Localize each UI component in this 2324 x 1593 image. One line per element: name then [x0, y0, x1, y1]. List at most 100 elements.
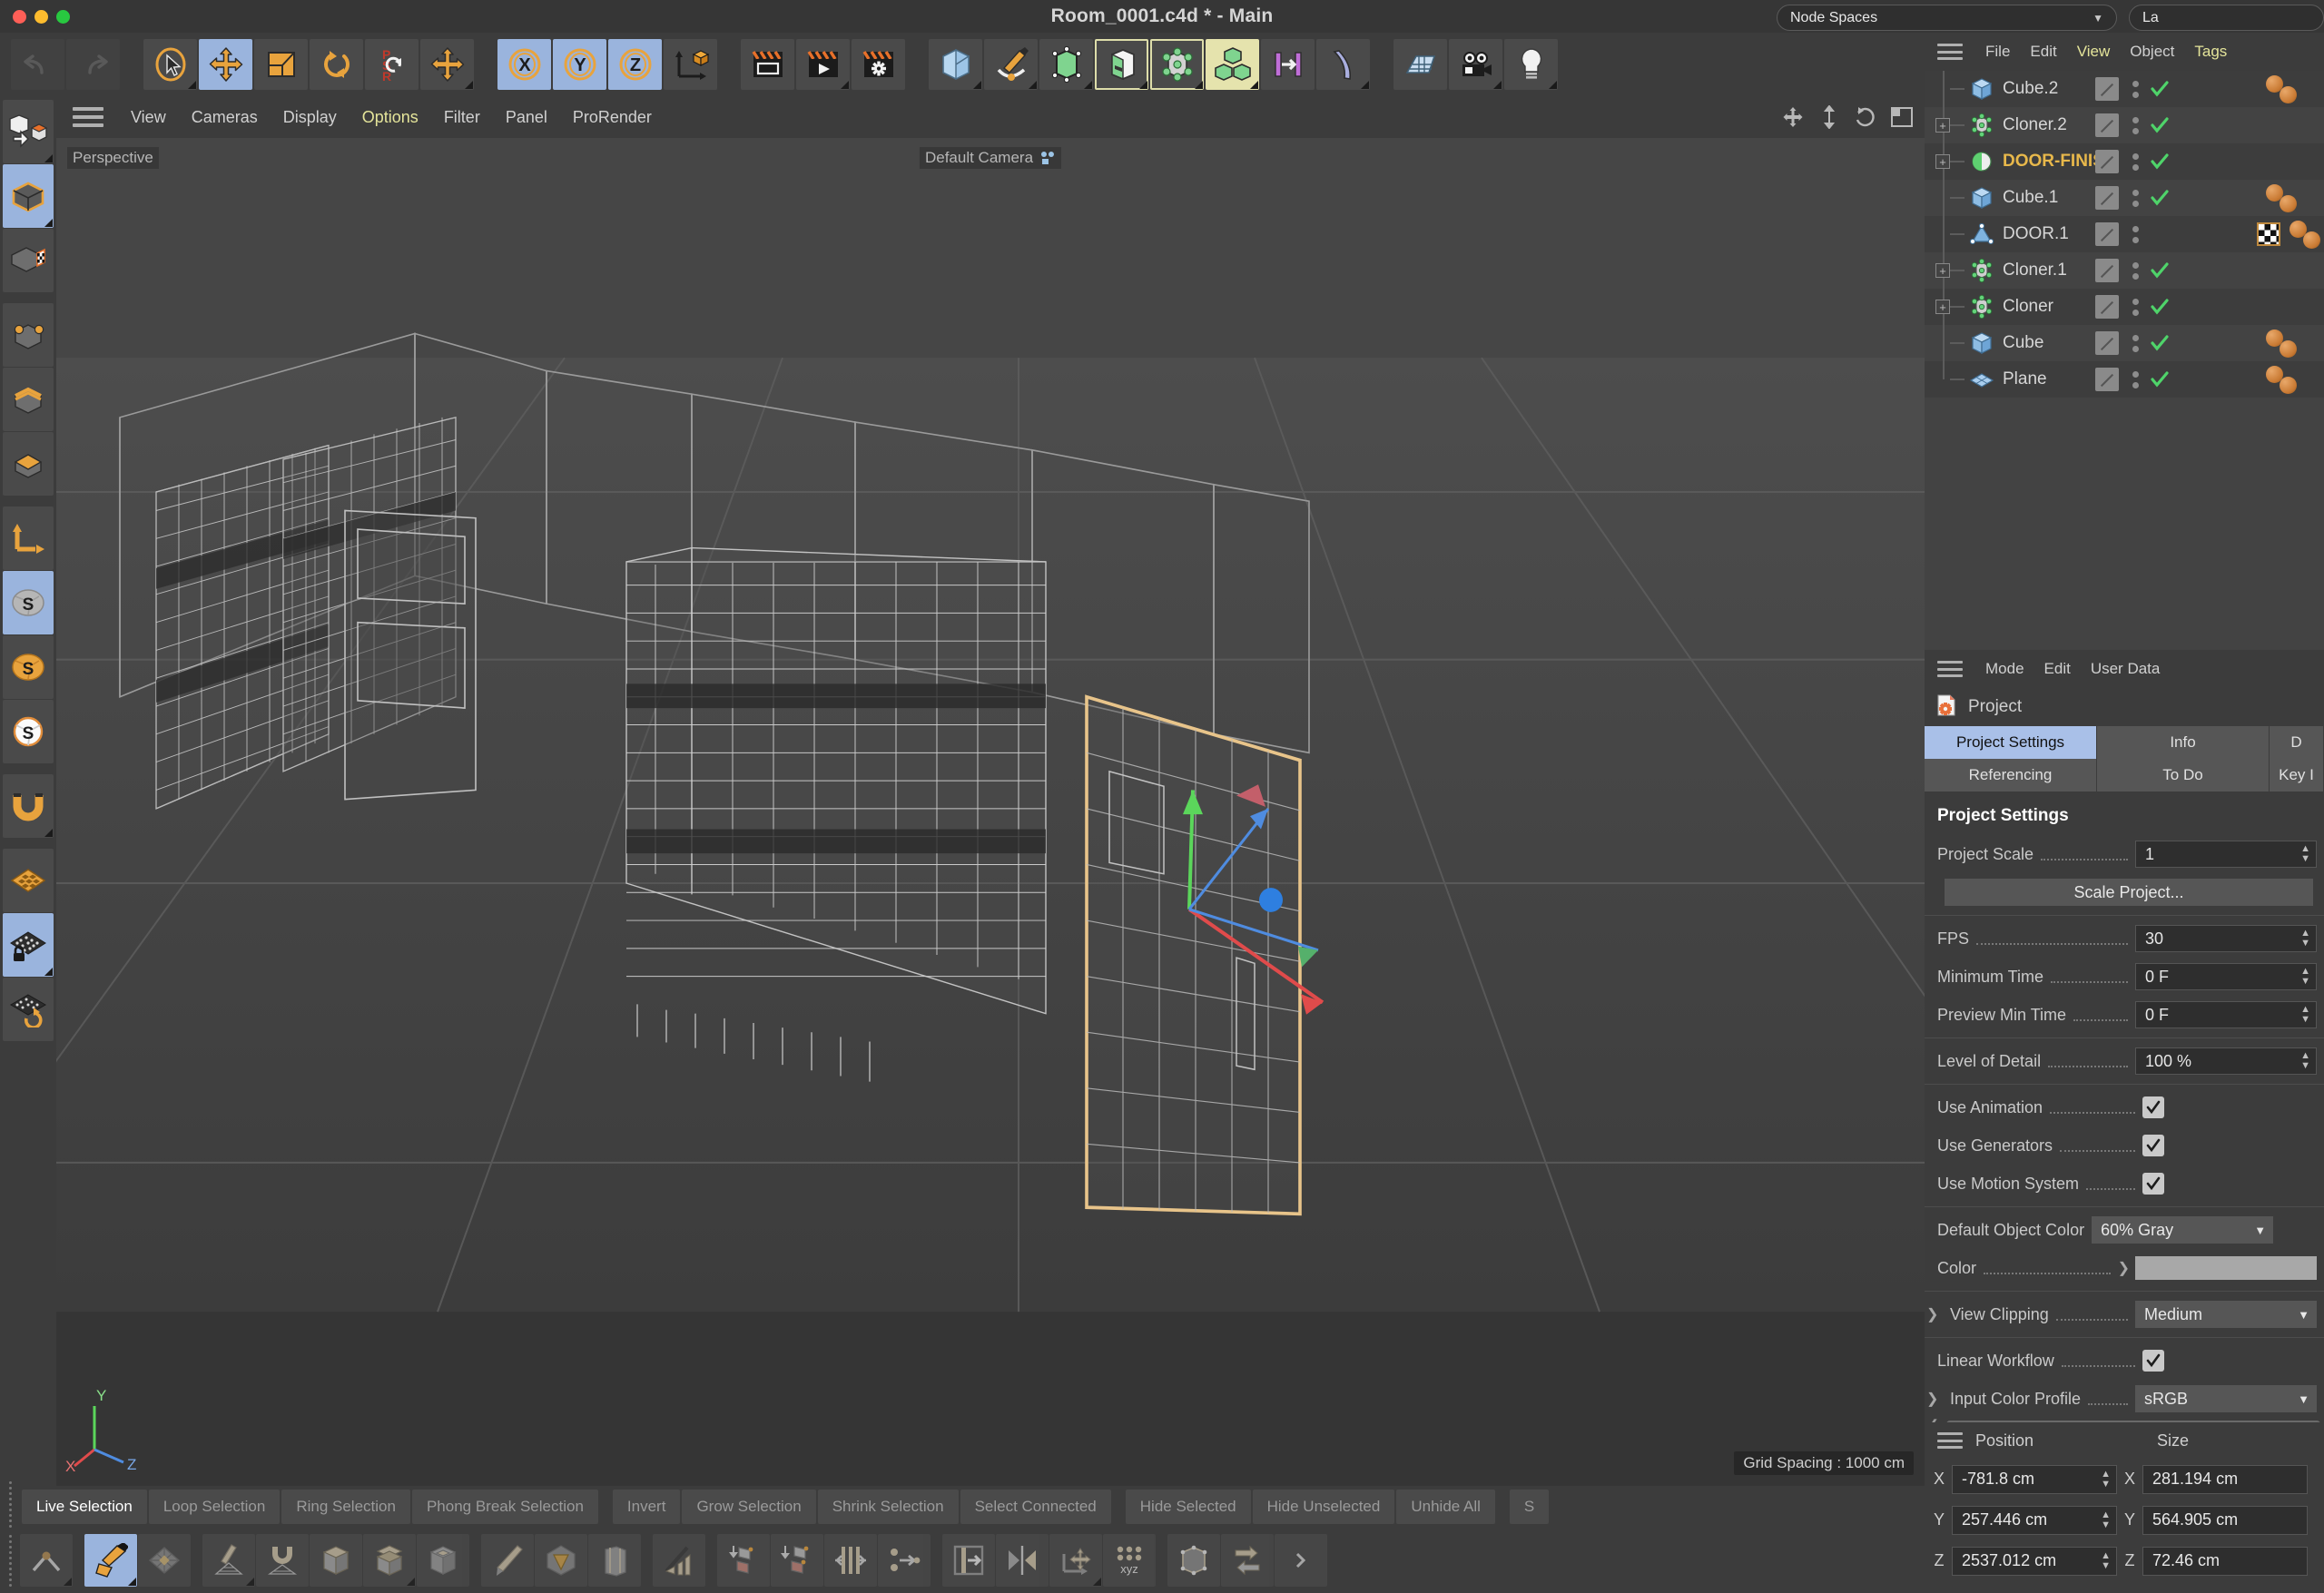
loop-selection-button[interactable]: Loop Selection — [148, 1490, 281, 1524]
axis-mode-button[interactable] — [3, 506, 54, 570]
stepper-icon[interactable]: ▲ ▼ — [2300, 1005, 2310, 1025]
texture-tag-icon[interactable] — [2257, 222, 2280, 246]
level-of-detail-input[interactable]: 100 % ▲ ▼ — [2135, 1047, 2317, 1075]
object-tag-area[interactable] — [2088, 180, 2324, 216]
expand-toggle-icon[interactable]: + — [1935, 263, 1950, 278]
xyz-button[interactable]: xyz — [1103, 1534, 1156, 1587]
undo-button[interactable] — [11, 39, 64, 90]
mirror-tool-button[interactable] — [717, 1534, 770, 1587]
om-menu-file[interactable]: File — [1975, 43, 2020, 61]
grow-selection-button[interactable]: Grow Selection — [682, 1490, 816, 1524]
color-swatch[interactable] — [2135, 1256, 2317, 1280]
viewport-menu-options[interactable]: Options — [350, 108, 431, 127]
visibility-dots-icon[interactable] — [2128, 152, 2142, 171]
symmetry-button[interactable] — [996, 1534, 1049, 1587]
linear-workflow-checkbox[interactable] — [2142, 1350, 2164, 1372]
expand-toggle-icon[interactable]: + — [1935, 118, 1950, 133]
attributes-menu-mode[interactable]: Mode — [1975, 660, 2034, 678]
object-tag-area[interactable] — [2088, 252, 2324, 289]
add-field-button[interactable] — [1261, 39, 1315, 90]
visibility-dots-icon[interactable] — [2128, 225, 2142, 243]
live-selection-tool-button[interactable]: Live Selection — [22, 1490, 147, 1524]
expand-color-icon[interactable]: ❯ — [2118, 1259, 2130, 1277]
visibility-dots-icon[interactable] — [2128, 370, 2142, 388]
brush-button[interactable] — [202, 1534, 255, 1587]
shrink-selection-button[interactable]: Shrink Selection — [817, 1490, 959, 1524]
expand-toggle-icon[interactable]: + — [1935, 154, 1950, 169]
visibility-dots-icon[interactable] — [2128, 261, 2142, 280]
polygons-mode-button[interactable] — [3, 432, 54, 496]
use-animation-checkbox[interactable] — [2142, 1096, 2164, 1118]
size-y-input[interactable]: 564.905 cm — [2142, 1505, 2308, 1535]
toolbar-drag-handle[interactable] — [5, 1480, 20, 1533]
rotate-view-icon[interactable] — [1854, 105, 1877, 129]
visibility-dots-icon[interactable] — [2128, 298, 2142, 316]
material-tag-icon[interactable] — [2280, 194, 2297, 212]
close-polygon-hole-button[interactable] — [588, 1534, 641, 1587]
add-array-button[interactable] — [1095, 39, 1148, 90]
edges-mode-button[interactable] — [3, 368, 54, 431]
lock-workplane-button[interactable] — [3, 913, 54, 977]
visibility-tag-icon[interactable] — [2095, 186, 2119, 210]
scale-button[interactable] — [254, 39, 308, 90]
overflow-button[interactable]: S — [1509, 1490, 1550, 1524]
visibility-dots-icon[interactable] — [2128, 116, 2142, 134]
viewport-3d-canvas[interactable]: Perspective Default Camera Grid Spacing … — [56, 138, 1925, 1486]
viewport-menu-panel[interactable]: Panel — [493, 108, 560, 127]
stepper-icon[interactable]: ▲ ▼ — [2101, 1509, 2111, 1530]
minimum-time-input[interactable]: 0 F ▲ ▼ — [2135, 963, 2317, 990]
position-z-input[interactable]: 2537.012 cm ▲ ▼ — [1952, 1546, 2117, 1576]
model-mode-button[interactable] — [3, 164, 54, 228]
expand-view-clipping-icon[interactable]: ❯ — [1926, 1305, 1938, 1323]
texture-mode-button[interactable] — [3, 229, 54, 292]
viewport-solo-button[interactable]: S — [3, 635, 54, 699]
make-editable-button[interactable] — [3, 100, 54, 163]
attributes-menu-edit[interactable]: Edit — [2034, 660, 2081, 678]
stepper-icon[interactable]: ▲ ▼ — [2101, 1469, 2111, 1490]
add-spline-button[interactable] — [984, 39, 1038, 90]
clone-button[interactable] — [824, 1534, 877, 1587]
viewport-menu-icon[interactable] — [73, 107, 103, 127]
align-button[interactable] — [942, 1534, 995, 1587]
object-tag-area[interactable] — [2088, 325, 2324, 361]
invert-selection-button[interactable]: Invert — [612, 1490, 681, 1524]
viewport-menu-display[interactable]: Display — [271, 108, 350, 127]
viewport-menu-cameras[interactable]: Cameras — [179, 108, 271, 127]
object-row-cube1[interactable]: Cube.1 — [1925, 180, 2324, 216]
om-menu-edit[interactable]: Edit — [2020, 43, 2066, 61]
ring-selection-button[interactable]: Ring Selection — [281, 1490, 410, 1524]
object-row-cloner1[interactable]: + Cloner.1 — [1925, 252, 2324, 289]
object-tag-area[interactable] — [2088, 107, 2324, 143]
visibility-dots-icon[interactable] — [2128, 189, 2142, 207]
object-row-plane[interactable]: Plane — [1925, 361, 2324, 398]
material-tags[interactable] — [2257, 220, 2320, 249]
om-menu-view[interactable]: View — [2067, 43, 2121, 61]
preview-min-time-input[interactable]: 0 F ▲ ▼ — [2135, 1001, 2317, 1028]
object-row-cloner[interactable]: + Cloner — [1925, 289, 2324, 325]
viewport-menu-prorender[interactable]: ProRender — [560, 108, 665, 127]
default-object-color-dropdown[interactable]: 60% Gray ▼ — [2092, 1216, 2274, 1244]
maximize-view-icon[interactable] — [1890, 105, 1914, 129]
stepper-icon[interactable]: ▲ ▼ — [2101, 1550, 2111, 1571]
melt-button[interactable] — [535, 1534, 587, 1587]
lock-y-button[interactable]: Y — [553, 39, 606, 90]
slide-button[interactable] — [653, 1534, 705, 1587]
object-row-door-finish[interactable]: + DOOR-FINISH — [1925, 143, 2324, 180]
visibility-dots-icon[interactable] — [2128, 334, 2142, 352]
material-tags[interactable] — [2266, 329, 2297, 358]
tab-info[interactable]: Info — [2097, 726, 2270, 759]
enable-axis-button[interactable]: S — [3, 571, 54, 634]
fps-input[interactable]: 30 ▲ ▼ — [2135, 925, 2317, 952]
material-tags[interactable] — [2266, 74, 2297, 103]
attributes-menu-icon[interactable] — [1937, 661, 1963, 677]
material-tag-icon[interactable] — [2280, 85, 2297, 103]
use-generators-checkbox[interactable] — [2142, 1135, 2164, 1156]
enabled-check-icon[interactable] — [2150, 188, 2170, 208]
transfer-button[interactable] — [1221, 1534, 1274, 1587]
object-row-cube2[interactable]: Cube.2 — [1925, 71, 2324, 107]
use-motion-system-checkbox[interactable] — [2142, 1173, 2164, 1195]
visibility-tag-icon[interactable] — [2095, 295, 2119, 319]
enabled-check-icon[interactable] — [2150, 261, 2170, 280]
node-spaces-dropdown[interactable]: Node Spaces ▼ — [1777, 5, 2117, 31]
bevel-tool-button[interactable] — [20, 1534, 73, 1587]
